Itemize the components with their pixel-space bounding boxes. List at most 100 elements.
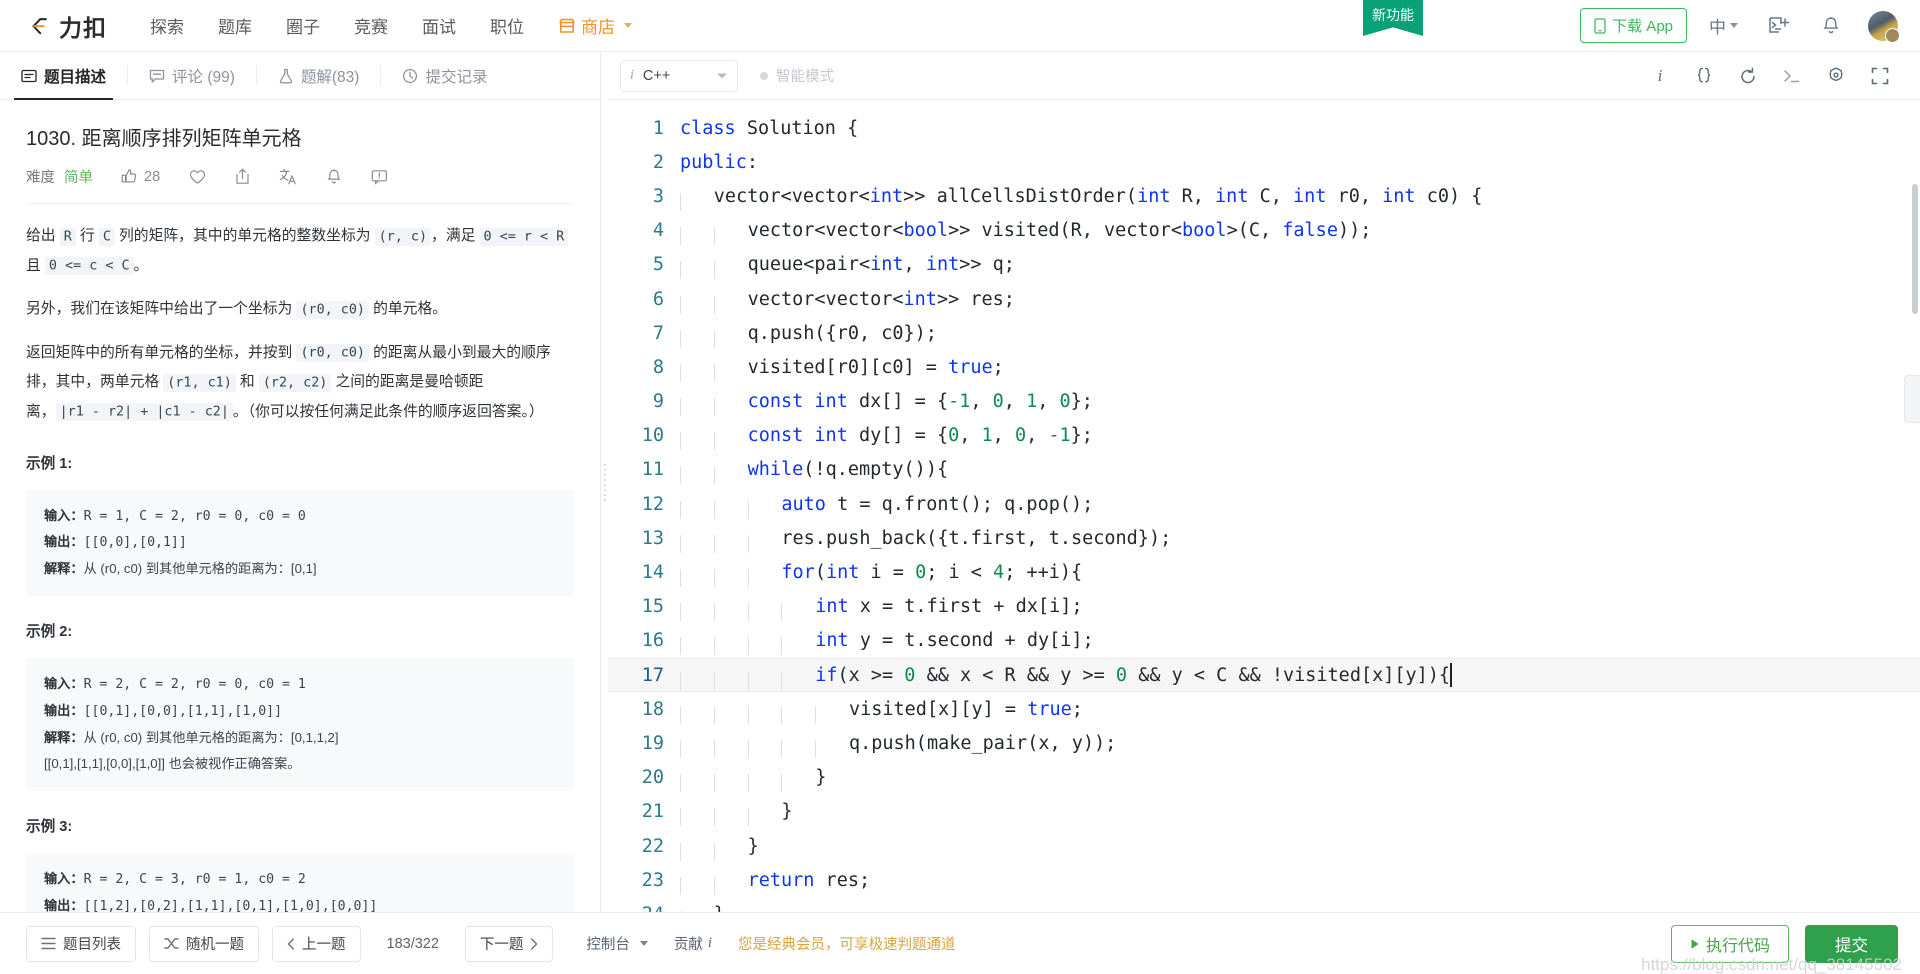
like-count: 28	[144, 168, 161, 185]
like-button[interactable]: 28	[121, 168, 160, 185]
editor-scrollbar[interactable]	[1912, 184, 1918, 314]
nav-explore[interactable]: 探索	[133, 7, 201, 44]
code-line[interactable]: 9 const int dx[] = {-1, 0, 1, 0};	[608, 385, 1920, 419]
code-line[interactable]: 12 auto t = q.front(); q.pop();	[608, 487, 1920, 521]
code-text: }	[781, 801, 793, 823]
problem-description-scroll[interactable]: 1030. 距离顺序排列矩阵单元格 难度 简单 28 给出 R 行 C 列的矩阵…	[0, 100, 600, 912]
code-editor[interactable]: 1 class Solution {2 public: 3 vector<vector<…	[608, 100, 1920, 912]
code-line[interactable]: 19 q.push(make_pair(x, y));	[608, 726, 1920, 760]
line-number: 13	[641, 527, 664, 549]
example-line-label: 输出：	[44, 898, 84, 912]
code-keyword: int	[1293, 185, 1327, 207]
nav-circle[interactable]: 圈子	[269, 7, 337, 44]
code-text: };	[1070, 425, 1093, 447]
language-select[interactable]: i C++	[620, 59, 738, 92]
problem-list-label: 题目列表	[63, 937, 121, 953]
code-line[interactable]: 7 q.push({r0, c0});	[608, 316, 1920, 350]
submit-button[interactable]: 提交	[1805, 924, 1898, 963]
brand-text: 力扣	[59, 14, 107, 41]
code-line[interactable]: 10 const int dy[] = {0, 1, 0, -1};	[608, 419, 1920, 453]
code-lines[interactable]: 1 class Solution {2 public: 3 vector<vector<…	[608, 100, 1920, 912]
code-line[interactable]: 11 while(!q.empty()){	[608, 453, 1920, 487]
console-prompt-icon[interactable]	[1770, 60, 1814, 92]
playground-icon[interactable]	[1764, 11, 1794, 41]
code-line[interactable]: 17 if(x >= 0 && x < R && y >= 0 && y < C …	[608, 658, 1920, 693]
nav-problems[interactable]: 题库	[201, 7, 269, 44]
text-cursor	[1450, 663, 1453, 688]
line-content: if(x >= 0 && x < R && y >= 0 && y < C &&…	[680, 663, 1453, 691]
code-line[interactable]: 5 queue<pair<int, int>> q;	[608, 248, 1920, 282]
code-text: i =	[859, 562, 916, 584]
line-content: const int dx[] = {-1, 0, 1, 0};	[680, 391, 1093, 417]
run-code-button[interactable]: 执行代码	[1670, 924, 1789, 963]
line-number: 2	[652, 151, 664, 173]
nav-links: 探索 题库 圈子 竞赛 面试 职位 商店	[133, 7, 649, 44]
smart-mode-toggle[interactable]: 智能模式	[760, 65, 834, 86]
code-text: (x >=	[837, 665, 905, 687]
contribute-link[interactable]: 贡献 i	[674, 933, 712, 954]
code-line[interactable]: 3 vector<vector<int>> allCellsDistOrder(i…	[608, 179, 1920, 213]
code-line[interactable]: 20}	[608, 761, 1920, 795]
fullscreen-icon[interactable]	[1858, 60, 1902, 92]
tab-submissions[interactable]: 提交记录	[381, 52, 508, 99]
nav-jobs[interactable]: 职位	[473, 7, 541, 44]
tab-comments[interactable]: 评论 (99)	[128, 52, 256, 99]
code-line[interactable]: 13 res.push_back({t.first, t.second});	[608, 521, 1920, 555]
inline-code: (r0, c0)	[296, 344, 369, 363]
code-line[interactable]: 23 return res;	[608, 863, 1920, 897]
difficulty-value: 简单	[64, 170, 93, 186]
inline-code: 0 <= c < C	[44, 257, 134, 276]
code-line[interactable]: 24}	[608, 897, 1920, 912]
info-icon[interactable]: i	[1638, 60, 1682, 92]
editor-side-handle[interactable]	[1904, 375, 1920, 423]
code-number: 0	[1014, 425, 1027, 447]
code-text: visited[x][y] =	[848, 698, 1028, 720]
reset-icon[interactable]	[1726, 60, 1770, 92]
nav-contest[interactable]: 竞赛	[337, 7, 405, 44]
next-problem-button[interactable]: 下一题	[464, 925, 554, 962]
subscribe-bell-icon[interactable]	[326, 168, 342, 185]
code-line[interactable]: 14 for(int i = 0; i < 4; ++i){	[608, 555, 1920, 589]
nav-interview[interactable]: 面试	[405, 7, 473, 44]
example-line-value: 从 (r0, c0) 到其他单元格的距离为：[0,1,1,2]	[83, 729, 339, 745]
main-content: 题目描述 评论 (99) 题解(83) 提交记录 1030. 距离顺序排列矩阵单…	[0, 52, 1920, 912]
user-avatar[interactable]	[1868, 10, 1900, 43]
feedback-icon[interactable]	[371, 169, 388, 185]
example-heading: 示例 2:	[26, 623, 73, 640]
notifications-bell-icon[interactable]	[1816, 11, 1846, 41]
share-icon[interactable]	[235, 168, 250, 185]
format-braces-icon[interactable]	[1682, 60, 1726, 92]
example-block: 输入：R = 1, C = 2, r0 = 0, c0 = 0 输出：[[0,0]…	[26, 489, 574, 596]
prev-problem-button[interactable]: 上一题	[272, 925, 361, 962]
translate-icon[interactable]	[279, 168, 297, 185]
problem-list-button[interactable]: 题目列表	[26, 925, 136, 962]
code-line[interactable]: 22}	[608, 829, 1920, 863]
tab-description[interactable]: 题目描述	[0, 52, 127, 100]
code-line[interactable]: 6 vector<vector<int>> res;	[608, 282, 1920, 316]
code-line[interactable]: 4 vector<vector<bool>> visited(R, vector<…	[608, 214, 1920, 248]
download-app-button[interactable]: 下载 App	[1580, 8, 1687, 43]
code-number: -1	[948, 391, 971, 413]
random-problem-button[interactable]: 随机一题	[149, 925, 259, 962]
pane-splitter[interactable]	[601, 52, 608, 912]
code-line[interactable]: 1 class Solution {	[608, 111, 1920, 145]
code-keyword: int	[1382, 185, 1416, 207]
code-text: >> q;	[959, 254, 1015, 276]
language-switcher[interactable]: 中	[1709, 13, 1738, 38]
code-line[interactable]: 18 visited[x][y] = true;	[608, 692, 1920, 726]
leetcode-logo[interactable]: 力扣	[26, 9, 107, 43]
code-line[interactable]: 15 int x = t.first + dx[i];	[608, 590, 1920, 624]
line-number: 4	[652, 220, 664, 242]
code-line[interactable]: 21}	[608, 795, 1920, 829]
tab-solutions[interactable]: 题解(83)	[257, 52, 381, 99]
code-line[interactable]: 8 visited[r0][c0] = true;	[608, 350, 1920, 384]
example-line-label: 输入：	[44, 676, 84, 692]
code-line[interactable]: 16 int y = t.second + dy[i];	[608, 624, 1920, 658]
code-line[interactable]: 2 public:	[608, 145, 1920, 179]
favorite-heart-icon[interactable]	[189, 169, 206, 185]
line-number: 20	[641, 767, 664, 789]
nav-shop[interactable]: 商店	[541, 7, 649, 44]
console-toggle[interactable]: 控制台	[586, 933, 648, 954]
settings-gear-icon[interactable]	[1814, 60, 1858, 92]
line-content: int y = t.second + dy[i];	[680, 630, 1094, 656]
